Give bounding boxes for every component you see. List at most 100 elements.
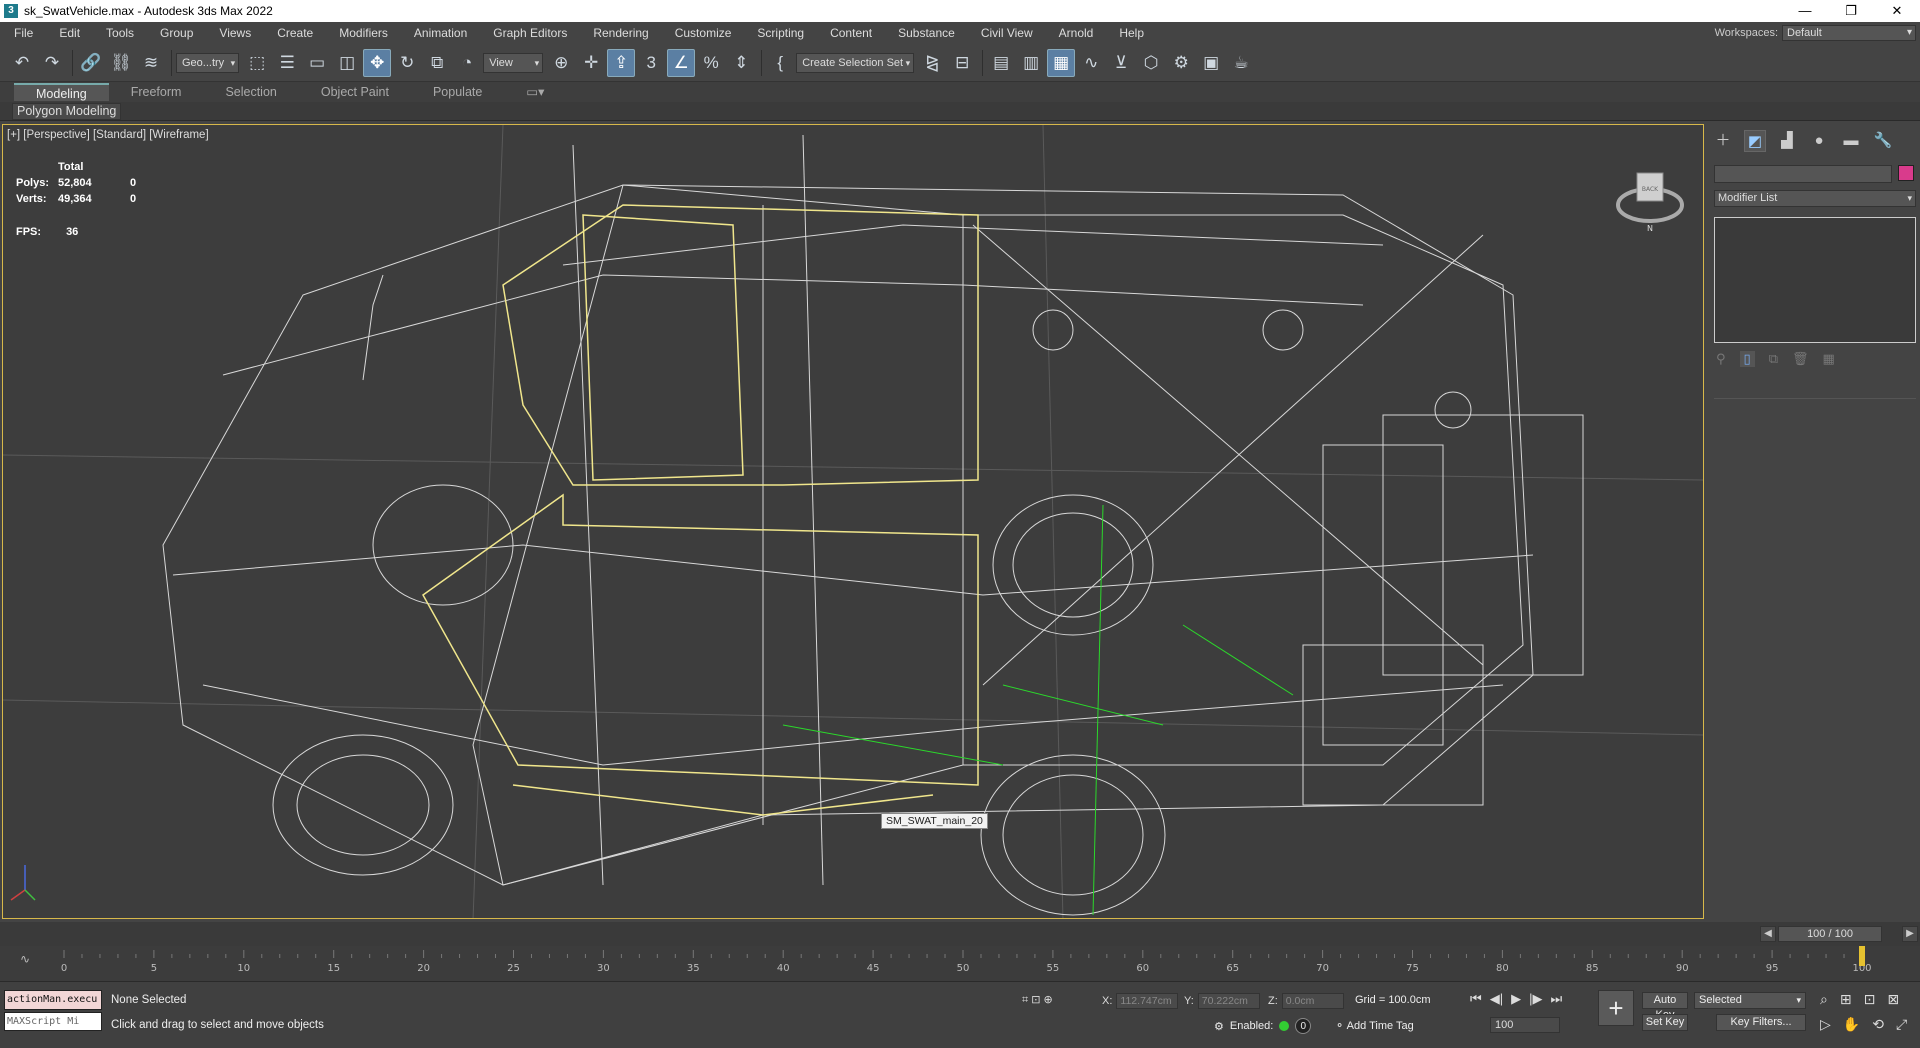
prev-frame-arrow[interactable]: ◀ — [1760, 926, 1776, 942]
layer-explorer-icon[interactable]: ▤ — [987, 49, 1015, 77]
maxscript-output[interactable]: actionMan.execu — [4, 990, 102, 1010]
remove-modifier-icon[interactable]: 🗑 — [1792, 351, 1809, 367]
make-unique-icon[interactable]: ⧉ — [1769, 351, 1778, 367]
select-manipulate-icon[interactable]: ✛ — [577, 49, 605, 77]
menu-tools[interactable]: Tools — [92, 26, 146, 40]
field-of-view-icon[interactable]: ▷ — [1820, 1016, 1831, 1033]
isolate-selection-icon[interactable]: ⌗ ⊡ ⊕ — [1022, 993, 1053, 1007]
key-filters-button[interactable]: Key Filters... — [1716, 1014, 1806, 1031]
create-tab-icon[interactable]: ＋ — [1712, 130, 1734, 152]
y-field[interactable]: 70.222cm — [1197, 993, 1260, 1009]
menu-animation[interactable]: Animation — [400, 26, 479, 40]
zoom-all-icon[interactable]: ⊞ — [1840, 991, 1852, 1008]
menu-views[interactable]: Views — [205, 26, 263, 40]
object-color-swatch[interactable] — [1898, 165, 1914, 181]
rendered-frame-window-icon[interactable]: ▣ — [1197, 49, 1225, 77]
object-name-field[interactable] — [1714, 165, 1892, 183]
key-set-dropdown[interactable]: Selected — [1694, 992, 1806, 1009]
bind-space-warp-icon[interactable]: ≋ — [137, 49, 165, 77]
frame-counter[interactable]: 100 / 100 — [1778, 926, 1882, 942]
set-keys-icon[interactable]: + — [1598, 990, 1634, 1026]
edit-named-selection-icon[interactable]: { — [766, 49, 794, 77]
select-and-scale-icon[interactable]: ⧉ — [423, 49, 451, 77]
pivot-center-icon[interactable]: ⊕ — [547, 49, 575, 77]
x-field[interactable]: 112.747cm — [1116, 993, 1179, 1009]
menu-content[interactable]: Content — [816, 26, 884, 40]
close-button[interactable]: ✕ — [1874, 0, 1920, 22]
select-and-move-icon[interactable]: ✥ — [363, 48, 392, 77]
reference-coordinate-dropdown[interactable]: View — [483, 52, 544, 73]
utilities-tab-icon[interactable]: 🔧 — [1872, 130, 1894, 152]
enabled-count[interactable]: 0 — [1295, 1018, 1312, 1034]
tab-populate[interactable]: Populate — [411, 83, 504, 101]
select-and-rotate-icon[interactable]: ↻ — [393, 49, 421, 77]
polygon-modeling-panel[interactable]: Polygon Modeling — [12, 103, 122, 120]
minimize-button[interactable]: — — [1782, 0, 1828, 22]
menu-graph-editors[interactable]: Graph Editors — [479, 26, 579, 40]
tab-selection[interactable]: Selection — [203, 83, 298, 101]
menu-help[interactable]: Help — [1105, 26, 1156, 40]
display-tab-icon[interactable]: ▬ — [1840, 130, 1862, 152]
viewport-label-menu[interactable]: [+] [Perspective] [Standard] [Wireframe] — [7, 129, 209, 141]
current-frame-marker[interactable] — [1859, 946, 1865, 966]
mirror-icon[interactable]: ⧎ — [918, 49, 946, 77]
restore-button[interactable]: ❐ — [1828, 0, 1874, 22]
perspective-viewport[interactable]: [+] [Perspective] [Standard] [Wireframe]… — [2, 124, 1704, 919]
unlink-icon[interactable]: ⛓ — [107, 49, 135, 77]
play-icon[interactable]: ▶ — [1511, 991, 1521, 1007]
window-crossing-icon[interactable]: ◫ — [333, 49, 361, 77]
pan-icon[interactable]: ✋ — [1843, 1016, 1860, 1033]
motion-tab-icon[interactable]: ● — [1808, 130, 1830, 152]
schematic-view-icon[interactable]: ⊻ — [1107, 49, 1135, 77]
select-object-icon[interactable]: ⬚ — [243, 49, 271, 77]
menu-create[interactable]: Create — [263, 26, 325, 40]
tab-freeform[interactable]: Freeform — [109, 83, 204, 101]
percent-snap-icon[interactable]: % — [697, 49, 725, 77]
next-frame-arrow[interactable]: ▶ — [1902, 926, 1918, 942]
named-selection-dropdown[interactable]: Create Selection Set — [796, 52, 915, 73]
select-by-name-icon[interactable]: ☰ — [273, 49, 301, 77]
modifier-list-dropdown[interactable]: Modifier List — [1714, 190, 1916, 207]
zoom-extents-all-icon[interactable]: ⊠ — [1887, 991, 1899, 1008]
select-and-place-icon[interactable]: ◔ — [453, 49, 481, 77]
redo-icon[interactable]: ↷ — [38, 49, 66, 77]
auto-key-button[interactable]: Auto Key — [1642, 992, 1688, 1021]
tab-object-paint[interactable]: Object Paint — [299, 83, 411, 101]
ribbon-options-icon[interactable]: ▭▾ — [504, 83, 566, 101]
menu-arnold[interactable]: Arnold — [1045, 26, 1106, 40]
menu-customize[interactable]: Customize — [661, 26, 744, 40]
enabled-dot-icon[interactable] — [1279, 1021, 1290, 1031]
material-editor-icon[interactable]: ⬡ — [1137, 49, 1165, 77]
link-icon[interactable]: 🔗 — [77, 49, 105, 77]
track-bar[interactable]: ∿ 0 5 10 15 20 25 30 35 40 45 50 55 60 65 70 75 80 85 90 95… — [0, 946, 1920, 982]
menu-civil-view[interactable]: Civil View — [967, 26, 1045, 40]
z-field[interactable]: 0.0cm — [1281, 993, 1344, 1009]
zoom-icon[interactable]: ⌕ — [1820, 991, 1828, 1008]
maxscript-input[interactable]: MAXScript Mi — [4, 1012, 102, 1031]
menu-modifiers[interactable]: Modifiers — [325, 26, 400, 40]
go-to-start-icon[interactable]: ⏮ — [1470, 991, 1482, 1007]
menu-edit[interactable]: Edit — [45, 26, 92, 40]
maximize-viewport-icon[interactable]: ⤢ — [1896, 1016, 1907, 1033]
workspaces-dropdown[interactable]: Default — [1782, 25, 1916, 41]
selection-filter-dropdown[interactable]: Geo...try — [176, 52, 240, 73]
pin-stack-icon[interactable]: ⚲ — [1716, 351, 1726, 367]
menu-substance[interactable]: Substance — [884, 26, 967, 40]
hierarchy-tab-icon[interactable]: ▟ — [1776, 130, 1798, 152]
current-frame-field[interactable]: 100 — [1490, 1017, 1560, 1033]
menu-group[interactable]: Group — [146, 26, 205, 40]
modifier-stack[interactable] — [1714, 217, 1916, 343]
keyboard-shortcut-override-icon[interactable]: ⇪ — [607, 48, 636, 77]
scene-explorer-icon[interactable]: ▦ — [1047, 48, 1076, 77]
spinner-snap-icon[interactable]: ⇕ — [727, 49, 755, 77]
tab-modeling[interactable]: Modeling — [14, 83, 109, 101]
snaps-toggle-icon[interactable]: 3 — [637, 49, 665, 77]
render-setup-icon[interactable]: ⚙ — [1167, 49, 1195, 77]
menu-rendering[interactable]: Rendering — [579, 26, 660, 40]
rectangular-selection-icon[interactable]: ▭ — [303, 49, 331, 77]
undo-icon[interactable]: ↶ — [8, 49, 36, 77]
curve-editor-icon[interactable]: ∿ — [1077, 49, 1105, 77]
time-slider[interactable]: ◀ 100 / 100 ▶ — [0, 922, 1920, 946]
align-icon[interactable]: ⊟ — [948, 49, 976, 77]
add-time-tag[interactable]: ⚬ Add Time Tag — [1335, 1019, 1414, 1032]
